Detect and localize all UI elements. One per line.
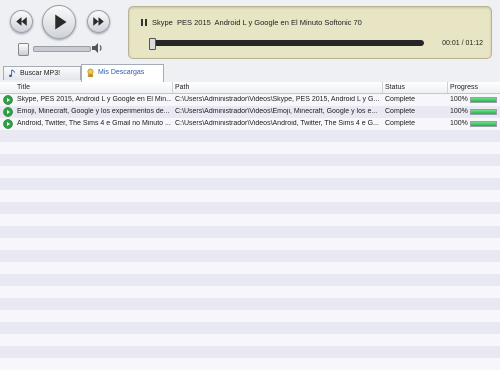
column-divider[interactable] [382, 82, 383, 93]
cell-progress-text: 100% [450, 96, 468, 103]
volume-slider[interactable] [33, 46, 91, 52]
time-display: 00:01 / 01:12 [442, 40, 483, 47]
seek-bar[interactable] [151, 40, 424, 46]
cell-status: Complete [385, 96, 415, 103]
column-header-path[interactable]: Path [175, 84, 189, 91]
tab-label: Mis Descargas [98, 69, 145, 76]
cell-status: Complete [385, 108, 415, 115]
cell-progress-text: 100% [450, 120, 468, 127]
tab-mis-descargas[interactable]: Mis Descargas [81, 64, 164, 82]
column-header-progress[interactable]: Progress [450, 84, 478, 91]
cell-path: C:\Users\Administrador\Videos\Emoji, Min… [175, 108, 378, 115]
play-button[interactable] [42, 5, 76, 39]
progress-bar-fill [471, 122, 496, 126]
seek-bar-handle[interactable] [149, 38, 156, 50]
play-circle-icon[interactable] [3, 119, 13, 129]
progress-bar-fill [471, 110, 496, 114]
fast-forward-icon [93, 17, 104, 26]
volume-slider-handle[interactable] [18, 43, 29, 56]
cell-path: C:\Users\Administrador\Videos\Android, T… [175, 120, 379, 127]
column-header-title[interactable]: Title [17, 84, 30, 91]
grid-header: Title Path Status Progress [0, 82, 500, 94]
play-circle-icon[interactable] [3, 95, 13, 105]
cell-status: Complete [385, 120, 415, 127]
now-playing-panel: Skype PES 2015 Android L y Google en El … [128, 6, 492, 59]
column-divider[interactable] [447, 82, 448, 93]
pause-icon [141, 19, 147, 26]
cell-path: C:\Users\Administrador\Videos\Skype, PES… [175, 96, 380, 103]
player-toolbar: Skype PES 2015 Android L y Google en El … [0, 0, 500, 62]
grid-rows: Skype, PES 2015, Android L y Google en E… [0, 94, 500, 370]
tab-buscar-mp3[interactable]: Buscar MP3! [3, 66, 81, 80]
cell-progress-text: 100% [450, 108, 468, 115]
play-circle-icon[interactable] [3, 107, 13, 117]
progress-bar-fill [471, 98, 496, 102]
user-icon [87, 68, 94, 77]
table-row[interactable]: Android, Twitter, The Sims 4 e Gmail no … [0, 118, 500, 130]
column-divider[interactable] [172, 82, 173, 93]
downloads-grid: Title Path Status Progress Skype, PES 20… [0, 82, 500, 370]
column-header-status[interactable]: Status [385, 84, 405, 91]
cell-title: Skype, PES 2015, Android L y Google en E… [17, 96, 171, 103]
tab-label: Buscar MP3! [20, 70, 61, 77]
now-playing-title: Skype PES 2015 Android L y Google en El … [152, 18, 362, 27]
progress-bar [470, 97, 497, 103]
cell-title: Emoji, Minecraft, Google y los experimen… [17, 108, 170, 115]
music-note-icon [8, 69, 16, 78]
progress-bar [470, 109, 497, 115]
rewind-icon [16, 17, 27, 26]
cell-title: Android, Twitter, The Sims 4 e Gmail no … [17, 120, 171, 127]
play-icon [55, 14, 67, 30]
previous-button[interactable] [10, 10, 33, 33]
table-row[interactable]: Emoji, Minecraft, Google y los experimen… [0, 106, 500, 118]
tab-bar: Buscar MP3! Mis Descargas [0, 64, 500, 83]
speaker-icon[interactable] [90, 41, 104, 55]
progress-bar [470, 121, 497, 127]
next-button[interactable] [87, 10, 110, 33]
table-row[interactable]: Skype, PES 2015, Android L y Google en E… [0, 94, 500, 106]
